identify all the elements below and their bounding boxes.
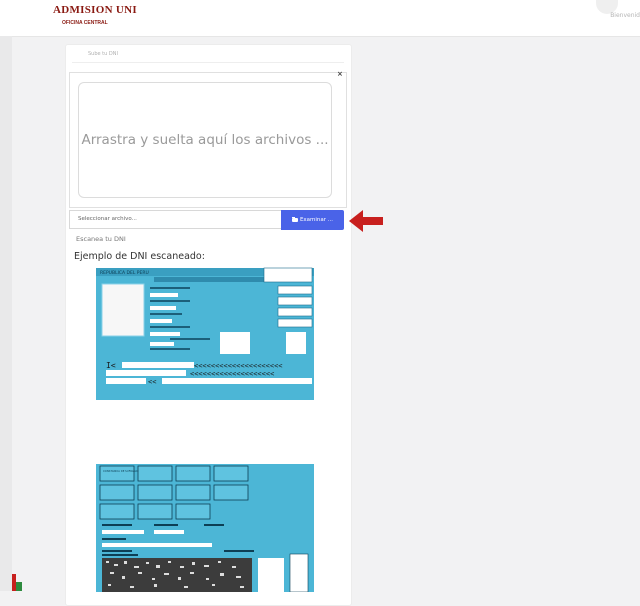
svg-text:<<<<<<<<<<<<<<<<<<<<: <<<<<<<<<<<<<<<<<<<<	[190, 370, 274, 378]
dropzone[interactable]: Arrastra y suelta aquí los archivos ...	[78, 82, 332, 198]
arrow-left-icon	[349, 210, 383, 232]
dropzone-text: Arrastra y suelta aquí los archivos ...	[81, 132, 329, 148]
mrz-line-1: I<	[106, 361, 116, 370]
welcome-text: Bienvenid	[610, 12, 640, 19]
top-header: ADMISION UNI OFICINA CENTRAL Bienvenid	[0, 0, 640, 37]
example-title: Ejemplo de DNI escaneado:	[74, 251, 205, 262]
brand-subtitle: OFICINA CENTRAL	[62, 20, 108, 26]
vote-box-label: CONSTANCIA DE SUFRAGIO	[103, 469, 138, 473]
file-name-field[interactable]: Seleccionar archivo...	[69, 210, 281, 229]
corner-logo-fragment	[12, 574, 22, 591]
scan-label: Escanea tu DNI	[76, 235, 126, 243]
browse-button-label: Examinar ...	[299, 217, 334, 223]
svg-text:<<<<<<<<<<<<<<<<<<<<<: <<<<<<<<<<<<<<<<<<<<<	[194, 362, 283, 370]
mrz-line-3: <<	[148, 378, 156, 386]
file-placeholder-text: Seleccionar archivo...	[78, 216, 137, 222]
upload-tab-label[interactable]: Sube tu DNI	[88, 51, 118, 57]
dni-front-header: REPUBLICA DEL PERU	[100, 270, 149, 276]
brand-title: ADMISION UNI	[53, 4, 137, 16]
folder-icon	[291, 217, 298, 222]
tab-divider	[72, 62, 344, 63]
dni-front-image: REPUBLICA DEL PERU I< <<<<<<<<<<<<<<<<<<…	[94, 266, 316, 403]
dni-back-image: CONSTANCIA DE SUFRAGIO	[94, 462, 316, 592]
close-icon[interactable]: ×	[337, 70, 343, 78]
left-sidebar-strip	[0, 36, 12, 591]
browse-button[interactable]: Examinar ...	[281, 210, 344, 230]
